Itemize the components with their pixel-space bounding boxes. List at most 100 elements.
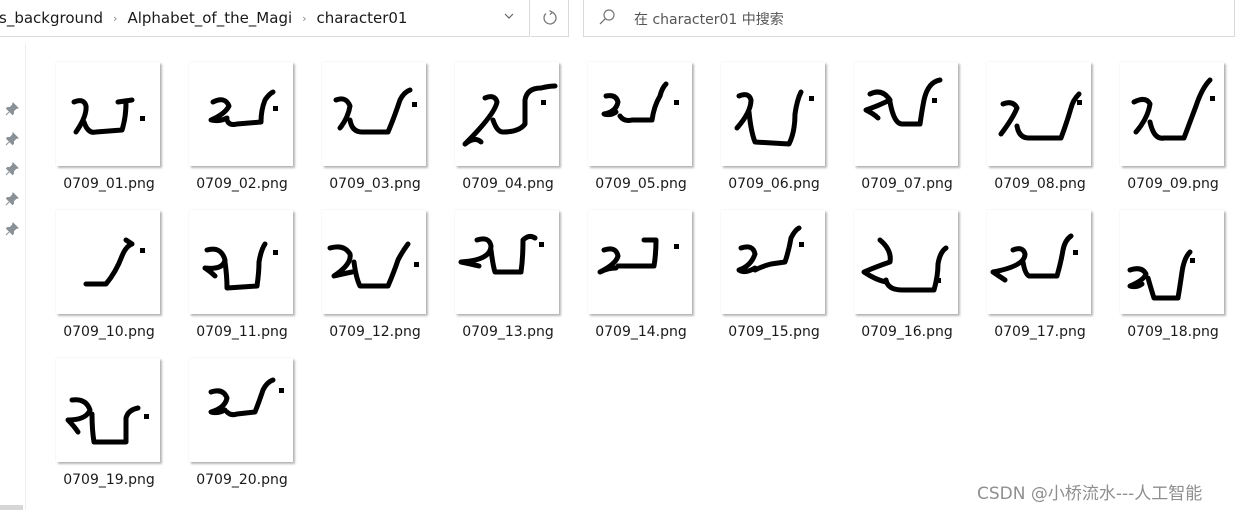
glyph-stroke bbox=[883, 245, 949, 293]
file-name[interactable]: 0709_16.png bbox=[840, 324, 974, 340]
file-thumbnail[interactable] bbox=[189, 62, 293, 166]
glyph-stroke bbox=[861, 237, 893, 285]
glyph-dot bbox=[414, 262, 419, 267]
file-thumbnail[interactable] bbox=[56, 358, 160, 462]
file-item[interactable]: 0709_12.png bbox=[322, 210, 428, 350]
glyph-stroke bbox=[1145, 249, 1193, 301]
file-item[interactable]: 0709_16.png bbox=[854, 210, 960, 350]
address-bar[interactable]: s_background › Alphabet_of_the_Magi › ch… bbox=[0, 0, 530, 37]
file-name[interactable]: 0709_15.png bbox=[707, 324, 841, 340]
file-thumbnail[interactable] bbox=[588, 210, 692, 314]
file-thumbnail[interactable] bbox=[588, 62, 692, 166]
file-item[interactable]: 0709_19.png bbox=[56, 358, 162, 498]
file-name[interactable]: 0709_13.png bbox=[441, 324, 575, 340]
file-item[interactable]: 0709_15.png bbox=[721, 210, 827, 350]
file-thumbnail[interactable] bbox=[56, 210, 160, 314]
breadcrumb-separator-icon[interactable]: › bbox=[113, 12, 117, 25]
file-item[interactable]: 0709_06.png bbox=[721, 62, 827, 202]
file-name[interactable]: 0709_14.png bbox=[574, 324, 708, 340]
glyph-stroke bbox=[224, 89, 276, 127]
glyph-dot bbox=[144, 414, 149, 419]
file-name[interactable]: 0709_11.png bbox=[175, 324, 309, 340]
file-item[interactable]: 0709_08.png bbox=[987, 62, 1093, 202]
breadcrumb-item-alphabet[interactable]: Alphabet_of_the_Magi bbox=[127, 9, 292, 27]
character-glyph-image bbox=[202, 241, 278, 291]
glyph-stroke bbox=[998, 100, 1020, 137]
breadcrumb-item-character[interactable]: character01 bbox=[317, 9, 408, 27]
glyph-stroke bbox=[615, 237, 659, 269]
character-glyph-image bbox=[597, 237, 679, 275]
file-item[interactable]: 0709_13.png bbox=[455, 210, 561, 350]
breadcrumb-item-background[interactable]: s_background bbox=[0, 9, 103, 27]
file-thumbnail[interactable] bbox=[56, 62, 160, 166]
file-name[interactable]: 0709_06.png bbox=[707, 176, 841, 192]
glyph-stroke bbox=[208, 97, 232, 124]
file-name[interactable]: 0709_19.png bbox=[42, 472, 176, 488]
file-item[interactable]: 0709_03.png bbox=[322, 62, 428, 202]
file-item[interactable]: 0709_07.png bbox=[854, 62, 960, 202]
file-name[interactable]: 0709_08.png bbox=[973, 176, 1107, 192]
file-item[interactable]: 0709_05.png bbox=[588, 62, 694, 202]
chevron-down-icon[interactable] bbox=[499, 10, 519, 28]
file-item[interactable]: 0709_18.png bbox=[1120, 210, 1226, 350]
file-name[interactable]: 0709_07.png bbox=[840, 176, 974, 192]
search-input[interactable]: 在 character01 中搜索 bbox=[634, 9, 784, 29]
pin-icon[interactable] bbox=[5, 132, 19, 146]
character-glyph-image bbox=[71, 97, 145, 135]
glyph-stroke bbox=[617, 81, 669, 123]
character-glyph-image bbox=[1127, 249, 1195, 301]
file-name[interactable]: 0709_01.png bbox=[42, 176, 176, 192]
file-thumbnail[interactable] bbox=[721, 62, 825, 166]
breadcrumb-separator-icon[interactable]: › bbox=[302, 12, 306, 25]
pin-icon[interactable] bbox=[5, 222, 19, 236]
file-thumbnail[interactable] bbox=[854, 62, 958, 166]
search-box[interactable]: 在 character01 中搜索 bbox=[583, 0, 1235, 37]
file-item[interactable]: 0709_20.png bbox=[189, 358, 295, 498]
character-glyph-image bbox=[65, 397, 149, 445]
glyph-stroke bbox=[89, 405, 141, 445]
pin-icon[interactable] bbox=[5, 102, 19, 116]
file-name[interactable]: 0709_09.png bbox=[1106, 176, 1240, 192]
glyph-stroke bbox=[1131, 96, 1153, 135]
file-name[interactable]: 0709_05.png bbox=[574, 176, 708, 192]
character-glyph-image bbox=[998, 91, 1082, 141]
file-thumbnail[interactable] bbox=[189, 210, 293, 314]
file-name[interactable]: 0709_12.png bbox=[308, 324, 442, 340]
file-name[interactable]: 0709_20.png bbox=[175, 472, 309, 488]
horizontal-scrollbar[interactable] bbox=[0, 505, 23, 510]
file-item[interactable]: 0709_10.png bbox=[56, 210, 162, 350]
glyph-stroke bbox=[1014, 91, 1082, 141]
file-item[interactable]: 0709_11.png bbox=[189, 210, 295, 350]
pin-icon[interactable] bbox=[5, 162, 19, 176]
file-thumbnail[interactable] bbox=[987, 210, 1091, 314]
glyph-stroke bbox=[83, 237, 135, 287]
file-thumbnail[interactable] bbox=[322, 62, 426, 166]
glyph-stroke bbox=[1127, 266, 1149, 290]
pin-icon[interactable] bbox=[5, 192, 19, 206]
file-item[interactable]: 0709_14.png bbox=[588, 210, 694, 350]
file-item[interactable]: 0709_01.png bbox=[56, 62, 162, 202]
character-glyph-image bbox=[1131, 77, 1215, 141]
file-name[interactable]: 0709_10.png bbox=[42, 324, 176, 340]
file-item[interactable]: 0709_02.png bbox=[189, 62, 295, 202]
file-item[interactable]: 0709_09.png bbox=[1120, 62, 1226, 202]
file-thumbnail[interactable] bbox=[854, 210, 958, 314]
file-thumbnail[interactable] bbox=[721, 210, 825, 314]
file-name[interactable]: 0709_02.png bbox=[175, 176, 309, 192]
file-thumbnail[interactable] bbox=[322, 210, 426, 314]
file-thumbnail[interactable] bbox=[189, 358, 293, 462]
file-item[interactable]: 0709_04.png bbox=[455, 62, 561, 202]
file-name[interactable]: 0709_18.png bbox=[1106, 324, 1240, 340]
file-name[interactable]: 0709_04.png bbox=[441, 176, 575, 192]
character-glyph-image bbox=[462, 83, 558, 147]
file-thumbnail[interactable] bbox=[1120, 62, 1224, 166]
file-item[interactable]: 0709_17.png bbox=[987, 210, 1093, 350]
character-glyph-image bbox=[208, 377, 284, 418]
file-thumbnail[interactable] bbox=[987, 62, 1091, 166]
file-thumbnail[interactable] bbox=[1120, 210, 1224, 314]
file-thumbnail[interactable] bbox=[455, 210, 559, 314]
refresh-button[interactable] bbox=[531, 0, 569, 37]
file-name[interactable]: 0709_03.png bbox=[308, 176, 442, 192]
file-name[interactable]: 0709_17.png bbox=[973, 324, 1107, 340]
file-thumbnail[interactable] bbox=[455, 62, 559, 166]
